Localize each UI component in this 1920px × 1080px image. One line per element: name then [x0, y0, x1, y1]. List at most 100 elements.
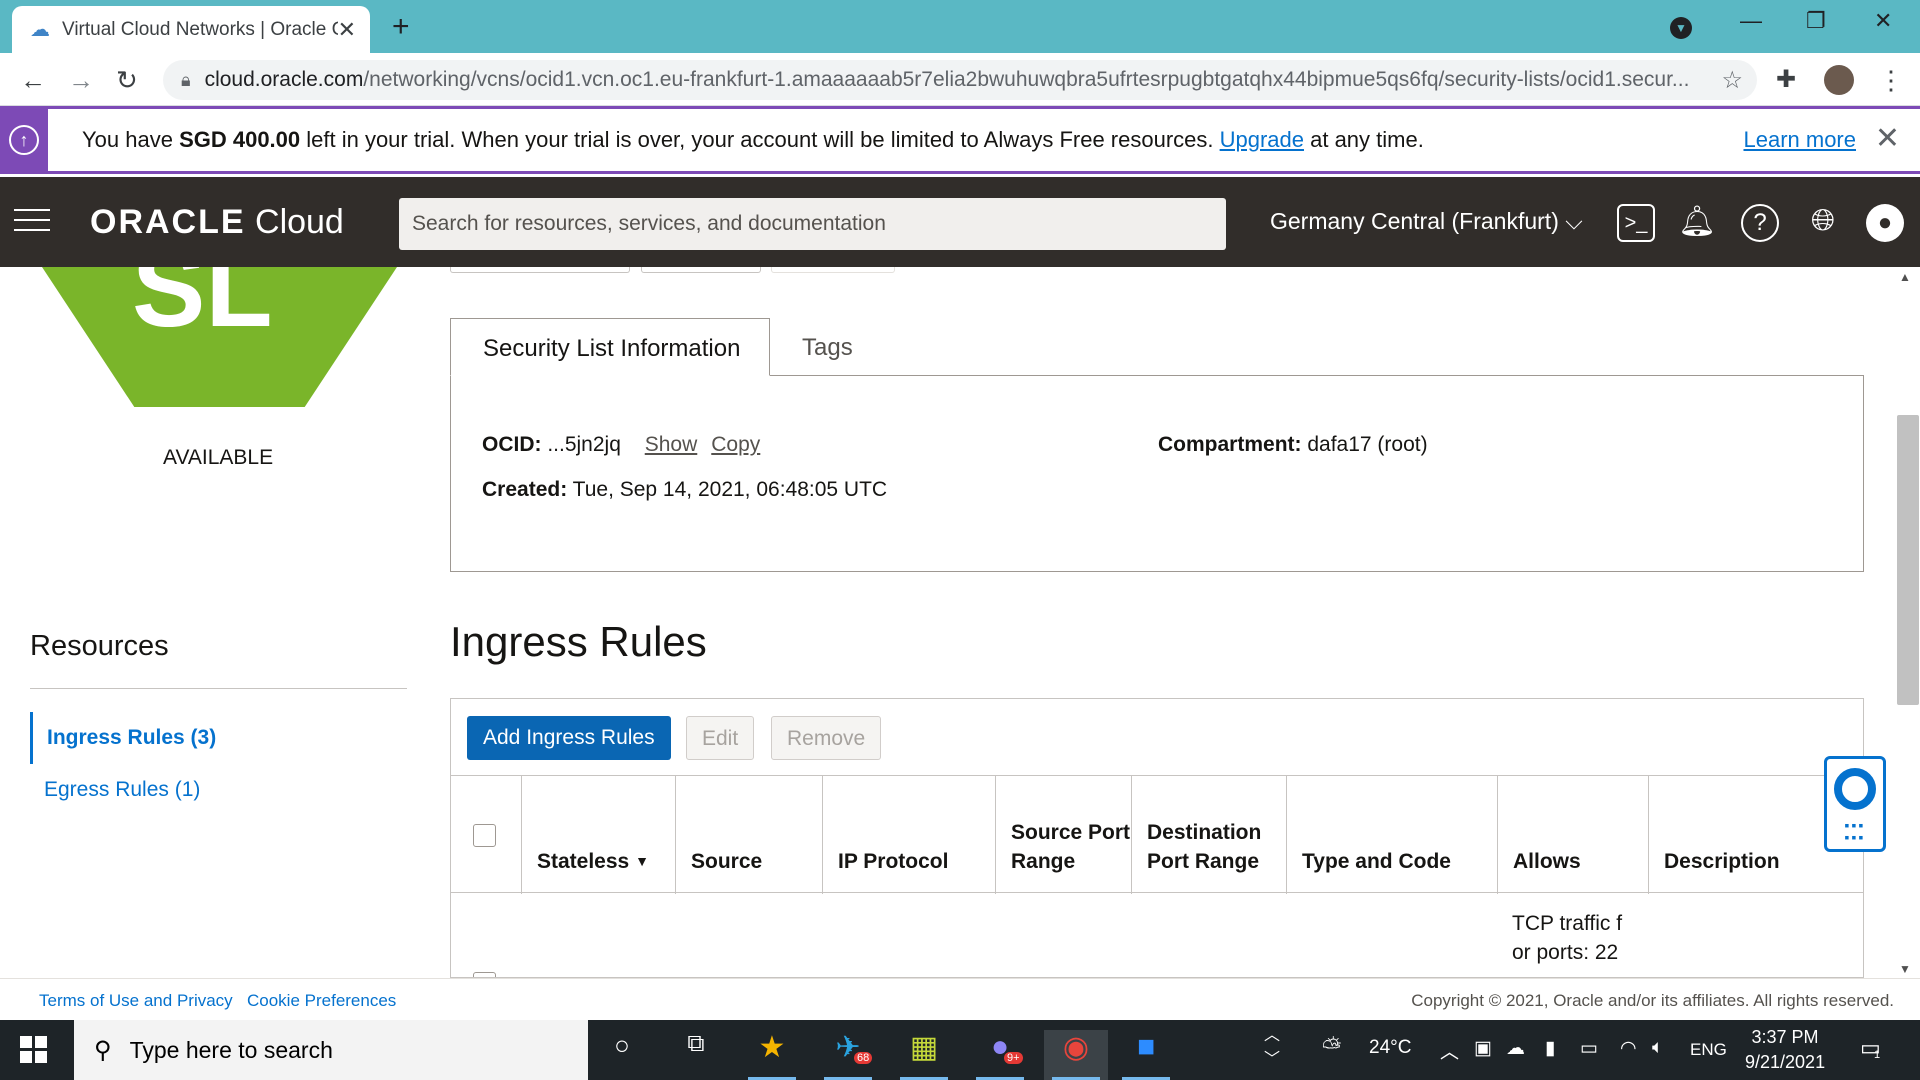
tab-tags[interactable]: Tags — [770, 318, 885, 376]
chrome-icon[interactable]: ◉ — [1044, 1030, 1108, 1080]
column-header-destination-port-range: Destination Port Range — [1131, 776, 1286, 894]
action-button-edge[interactable] — [641, 267, 761, 273]
action-button-edge[interactable] — [450, 267, 630, 273]
grid-dots-icon: ▪▪▪ ▪▪▪ — [1844, 817, 1866, 845]
battery-icon[interactable]: ▭ — [1580, 1037, 1598, 1060]
select-all-checkbox[interactable] — [473, 824, 496, 847]
extensions-icon[interactable]: ✚ — [1776, 65, 1796, 94]
onedrive-cloud-icon[interactable]: ☁ — [1506, 1037, 1525, 1060]
usb-device-icon[interactable]: ▮ — [1545, 1037, 1555, 1060]
cookie-preferences-link[interactable]: Cookie Preferences — [247, 991, 396, 1011]
edit-button[interactable]: Edit — [686, 716, 755, 760]
windows-start-icon[interactable] — [20, 1036, 48, 1064]
upgrade-link[interactable]: Upgrade — [1220, 127, 1304, 152]
scroll-down-arrow-icon[interactable]: ▼ — [1899, 962, 1911, 976]
scrollbar-thumb[interactable] — [1897, 415, 1919, 705]
copy-ocid-link[interactable]: Copy — [711, 433, 760, 456]
cortana-icon[interactable]: ○ — [590, 1030, 654, 1080]
resources-heading: Resources — [30, 630, 169, 662]
profile-avatar[interactable] — [1824, 65, 1854, 95]
starred-app-icon[interactable]: ★ — [740, 1030, 804, 1080]
cloud-shell-icon[interactable]: >_ — [1617, 204, 1655, 242]
menu-kebab-icon[interactable]: ⋮ — [1878, 65, 1904, 96]
address-bar[interactable]: 🔒︎ cloud.oracle.com/networking/vcns/ocid… — [163, 60, 1757, 100]
remove-button[interactable]: Remove — [771, 716, 882, 760]
address-bar-row: ← → ↻ 🔒︎ cloud.oracle.com/networking/vcn… — [0, 53, 1920, 106]
console-search-input[interactable]: Search for resources, services, and docu… — [399, 198, 1226, 250]
taskbar-search-input[interactable]: ⚲ Type here to search — [74, 1020, 588, 1080]
taskbar-clock[interactable]: 3:37 PM 9/21/2021 — [1745, 1025, 1825, 1075]
column-header-source: Source — [675, 776, 822, 894]
copyright-text: Copyright © 2021, Oracle and/or its affi… — [1411, 991, 1894, 1010]
close-tab-icon[interactable]: ✕ — [338, 17, 356, 43]
weather-temperature[interactable]: 24°C — [1369, 1037, 1411, 1059]
help-icon[interactable]: ? — [1741, 204, 1779, 242]
resource-link-ingress-rules[interactable]: Ingress Rules (3) — [30, 712, 216, 764]
forward-icon[interactable]: → — [68, 65, 94, 96]
meet-now-icon[interactable]: ▣ — [1474, 1037, 1492, 1060]
region-selector[interactable]: Germany Central (Frankfurt) ⌵ — [1270, 208, 1583, 235]
telegram-icon[interactable]: ✈ 68 — [816, 1030, 880, 1080]
search-icon: ⚲ — [94, 1036, 112, 1064]
url-text[interactable]: cloud.oracle.com/networking/vcns/ocid1.v… — [205, 68, 1705, 92]
column-header-stateless[interactable]: Stateless ▼ — [521, 776, 675, 894]
user-profile-icon[interactable]: ● — [1866, 204, 1904, 242]
learn-more-link[interactable]: Learn more — [1743, 127, 1856, 153]
help-lifebuoy-button[interactable]: ▪▪▪ ▪▪▪ — [1824, 756, 1886, 852]
compartment-value: dafa17 (root) — [1301, 433, 1428, 456]
cloud-icon: ☁ — [30, 19, 50, 41]
tab-security-list-information[interactable]: Security List Information — [450, 318, 770, 376]
oracle-console-header: ORACLE Cloud Search for resources, servi… — [0, 177, 1920, 267]
trial-banner: ↑ You have SGD 400.00 left in your trial… — [0, 106, 1920, 174]
browser-tab[interactable]: ☁ Virtual Cloud Networks | Oracle C ✕ — [12, 6, 370, 53]
minimize-icon[interactable]: — — [1740, 8, 1762, 34]
weather-icon[interactable]: ⛅︎ — [1322, 1034, 1341, 1062]
chevron-down-icon: ⌵ — [1565, 208, 1583, 234]
created-row: Created: Tue, Sep 14, 2021, 06:48:05 UTC — [482, 478, 888, 501]
ocid-value: ...5jn2jq — [541, 433, 621, 456]
input-language[interactable]: ENG — [1690, 1040, 1727, 1060]
language-globe-icon[interactable]: 🌐︎ — [1804, 204, 1842, 242]
notifications-bell-icon[interactable]: 🔔︎ — [1678, 204, 1716, 242]
task-view-icon[interactable]: ⧉ — [664, 1030, 728, 1080]
oracle-cloud-logo[interactable]: ORACLE Cloud — [90, 203, 344, 242]
new-tab-button[interactable]: + — [392, 10, 410, 44]
discord-icon[interactable]: ● 9+ — [968, 1030, 1032, 1080]
spreadsheet-app-icon[interactable]: ▦ — [892, 1030, 956, 1080]
action-button-edge[interactable] — [771, 267, 895, 273]
back-icon[interactable]: ← — [20, 65, 46, 96]
terms-link[interactable]: Terms of Use and Privacy — [39, 991, 233, 1011]
lifebuoy-icon — [1834, 768, 1876, 810]
ingress-rules-table: Add Ingress Rules Edit Remove Stateless … — [450, 698, 1864, 978]
close-window-icon[interactable]: ✕ — [1874, 8, 1892, 34]
restore-icon[interactable]: ❐ — [1806, 8, 1826, 34]
discord-badge: 9+ — [1004, 1052, 1023, 1064]
status-label: AVAILABLE — [163, 446, 274, 469]
reload-icon[interactable]: ↻ — [116, 65, 138, 96]
column-header-type-and-code: Type and Code — [1286, 776, 1497, 894]
navigation-menu-icon[interactable] — [14, 209, 50, 239]
allows-cell: TCP traffic f or ports: 22 — [1512, 912, 1623, 964]
created-value: Tue, Sep 14, 2021, 06:48:05 UTC — [567, 478, 888, 501]
close-banner-icon[interactable]: ✕ — [1875, 121, 1900, 156]
wifi-icon[interactable]: ◠ — [1620, 1037, 1637, 1060]
notification-center-icon[interactable]: ▭ 1 — [1860, 1035, 1881, 1061]
show-ocid-link[interactable]: Show — [645, 433, 698, 456]
column-header-source-port-range: Source Port Range — [995, 776, 1131, 894]
security-list-status-hexagon: SL — [42, 267, 397, 407]
tab-search-icon[interactable]: ▼ — [1670, 12, 1692, 39]
column-header-ip-protocol: IP Protocol — [822, 776, 995, 894]
security-list-info-panel: OCID: ...5jn2jq Show Copy Compartment: da… — [450, 375, 1864, 572]
windows-taskbar: ⚲ Type here to search ○ ⧉ ★ ✈ 68 ▦ ● 9+ ◉ … — [0, 1020, 1920, 1080]
table-row[interactable]: TCP traffic f or ports: 22 ⋮ — [451, 894, 1863, 977]
bookmark-star-icon[interactable]: ☆ — [1721, 66, 1743, 95]
telegram-badge: 68 — [854, 1052, 873, 1064]
ingress-rules-heading: Ingress Rules — [450, 618, 707, 665]
scroll-up-arrow-icon[interactable]: ▲ — [1899, 270, 1911, 284]
show-hidden-icons-chevron[interactable]: ︿ — [1440, 1037, 1459, 1064]
resource-link-egress-rules[interactable]: Egress Rules (1) — [30, 778, 200, 802]
zoom-icon[interactable]: ■ — [1114, 1030, 1178, 1080]
add-ingress-rules-button[interactable]: Add Ingress Rules — [467, 716, 671, 760]
tray-overflow-icon[interactable]: ︿ ﹀ — [1264, 1024, 1280, 1072]
volume-icon[interactable]: 🔈︎ — [1652, 1037, 1663, 1059]
